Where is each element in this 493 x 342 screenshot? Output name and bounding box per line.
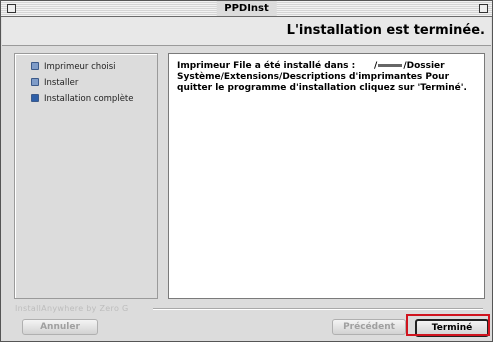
step-label: Installer [44,78,79,88]
title-bar[interactable]: PPDInst [1,1,492,17]
step-label: Imprimeur choisi [44,62,116,72]
page-title: L'installation est terminée. [286,23,485,38]
cancel-button[interactable]: Annuler [22,319,98,335]
message-panel: Imprimeur File a été installé dans : / /D… [168,53,485,299]
installer-window: PPDInst L'installation est terminée. Imp… [0,0,493,342]
message-path-end: /Dossier [403,61,445,71]
step-item-install: Installer [31,77,79,92]
previous-button[interactable]: Précédent [332,319,406,335]
steps-panel: Imprimeur choisi Installer Installation … [14,53,158,299]
message-line3: quitter le programme d'installation cliq… [177,83,467,93]
done-button-highlight [406,314,490,336]
footer-divider [153,308,483,310]
step-bullet-icon [31,61,39,70]
header-banner: L'installation est terminée. [2,17,491,46]
window-title: PPDInst [216,1,277,16]
redacted-path-segment [378,64,403,67]
step-item-printer-chosen: Imprimeur choisi [31,61,116,76]
step-bullet-icon [31,77,39,86]
zoom-box-icon[interactable] [479,4,488,13]
close-box-icon[interactable] [7,4,16,13]
step-item-install-complete: Installation complète [31,93,134,108]
completion-message: Imprimeur File a été installé dans : / /D… [177,61,482,94]
message-line1-prefix: Imprimeur File a été installé dans : [177,61,356,71]
installanywhere-brand: InstallAnywhere by Zero G [15,304,129,313]
step-label: Installation complète [44,94,134,104]
message-path-start: / [374,61,378,71]
step-bullet-icon [31,93,39,102]
message-line2: Système/Extensions/Descriptions d'imprim… [177,72,450,82]
